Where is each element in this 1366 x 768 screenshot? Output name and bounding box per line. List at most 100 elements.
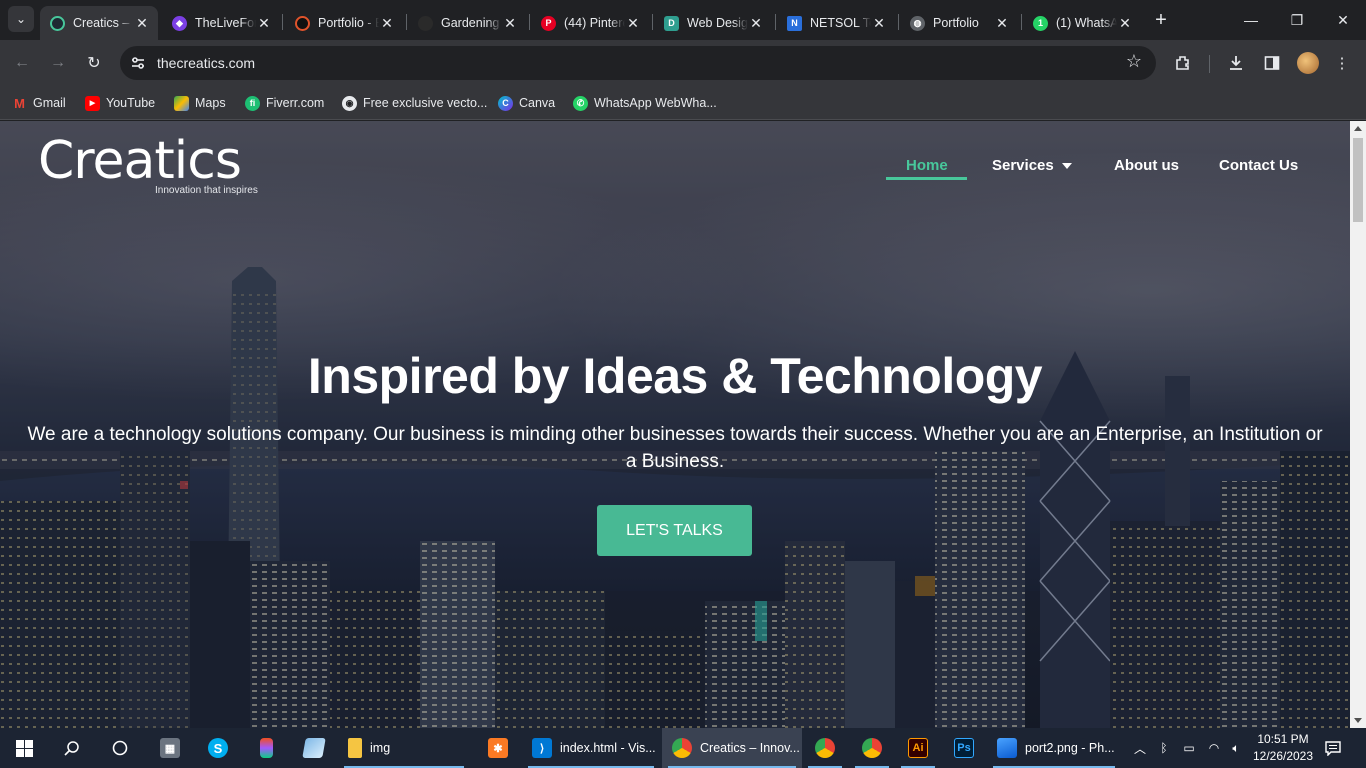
bookmark-canva[interactable]: C Canva xyxy=(498,86,555,120)
close-icon[interactable]: ✕ xyxy=(134,15,150,32)
bookmark-maps[interactable]: Maps xyxy=(174,86,226,120)
restore-button[interactable]: ❐ xyxy=(1274,0,1320,40)
tab-portfolio-behance[interactable]: Portfolio - Behance ✕ xyxy=(285,6,403,40)
tab-gardening[interactable]: Gardening ✕ xyxy=(408,6,526,40)
tab-pinterest[interactable]: P (44) Pinterest ✕ xyxy=(531,6,649,40)
taskbar-figma[interactable] xyxy=(242,728,290,768)
page-scrollbar[interactable] xyxy=(1350,121,1366,728)
new-tab-button[interactable]: + xyxy=(1150,9,1172,31)
reload-button[interactable]: ↻ xyxy=(82,51,106,75)
wifi-icon[interactable]: ◠ xyxy=(1203,728,1225,768)
windows-taskbar: ▦ S img ✱ ⟩ index.html - Vis... Creatics… xyxy=(0,728,1366,768)
volume-icon[interactable]: 🔈︎ xyxy=(1226,728,1246,768)
tab-netsol[interactable]: N NETSOL Technologies ✕ xyxy=(777,6,895,40)
close-icon[interactable]: ✕ xyxy=(994,15,1010,32)
behance-favicon-icon xyxy=(295,15,310,31)
forward-button[interactable]: → xyxy=(46,51,70,75)
illustrator-icon: Ai xyxy=(908,738,928,758)
taskbar-chrome-creatics[interactable]: Creatics – Innov... xyxy=(662,728,802,768)
browser-toolbar: ← → ↻ thecreatics.com ☆ ⋮ xyxy=(0,40,1366,86)
taskbar-vscode[interactable]: ⟩ index.html - Vis... xyxy=(522,728,660,768)
tab-divider xyxy=(406,14,407,30)
profile-avatar[interactable] xyxy=(1297,52,1319,74)
bluetooth-icon[interactable]: ᛒ xyxy=(1154,728,1174,768)
tab-title: NETSOL Technologies xyxy=(810,16,871,30)
nav-about-us[interactable]: About us xyxy=(1114,157,1179,174)
back-button[interactable]: ← xyxy=(10,51,34,75)
page-viewport: Creatics Innovation that inspires Home S… xyxy=(0,121,1350,728)
creatics-logo[interactable]: Creatics Innovation that inspires xyxy=(38,131,278,201)
taskbar-chrome-2[interactable] xyxy=(802,728,848,768)
tab-title: Creatics – Innovation that inspires xyxy=(73,16,134,30)
bookmark-label: YouTube xyxy=(106,96,156,110)
tab-search-button[interactable]: ⌄ xyxy=(8,6,34,32)
windows-logo-icon xyxy=(15,739,33,757)
close-icon[interactable]: ✕ xyxy=(748,15,764,32)
bookmark-youtube[interactable]: ▶ YouTube xyxy=(85,86,155,120)
nav-services[interactable]: Services xyxy=(992,157,1072,174)
close-icon[interactable]: ✕ xyxy=(502,15,518,32)
bookmark-label: Canva xyxy=(519,96,556,110)
url-text[interactable]: thecreatics.com xyxy=(157,55,255,71)
window-close-button[interactable]: ✕ xyxy=(1320,0,1366,40)
toolbar-divider xyxy=(1209,55,1210,73)
taskbar-skype[interactable]: S xyxy=(194,728,242,768)
extensions-icon[interactable] xyxy=(1172,52,1194,74)
scrollbar-thumb[interactable] xyxy=(1353,138,1363,222)
close-icon[interactable]: ✕ xyxy=(256,15,272,32)
tab-creatics[interactable]: Creatics – Innovation that inspires ✕ xyxy=(40,6,158,40)
caret-down-icon xyxy=(1061,163,1072,170)
bookmark-fiverr[interactable]: fi Fiverr.com xyxy=(245,86,324,120)
gmail-icon: M xyxy=(14,95,25,111)
nav-contact-us[interactable]: Contact Us xyxy=(1219,157,1298,174)
taskbar-photos[interactable]: port2.png - Ph... xyxy=(987,728,1121,768)
notifications-icon[interactable] xyxy=(1322,728,1344,768)
site-info-icon[interactable] xyxy=(130,55,146,71)
scroll-down-arrow-icon[interactable] xyxy=(1354,718,1362,723)
address-bar[interactable]: thecreatics.com ☆ xyxy=(120,46,1156,80)
taskbar-calculator[interactable]: ▦ xyxy=(146,728,194,768)
minimize-button[interactable]: — xyxy=(1228,0,1274,40)
lets-talk-button[interactable]: LET'S TALKS xyxy=(597,505,752,556)
search-button[interactable] xyxy=(48,728,96,768)
tab-portfolio[interactable]: ◍ Portfolio ✕ xyxy=(900,6,1018,40)
scroll-up-arrow-icon[interactable] xyxy=(1354,126,1362,131)
globe-icon: ◍ xyxy=(910,15,925,31)
clock[interactable]: 10:51 PM 12/26/2023 xyxy=(1245,731,1321,765)
task-view-button[interactable] xyxy=(96,728,144,768)
start-button[interactable] xyxy=(0,728,48,768)
bookmark-freepik[interactable]: ◉ Free exclusive vecto... xyxy=(342,86,487,120)
creatics-favicon-icon xyxy=(50,15,65,31)
close-icon[interactable]: ✕ xyxy=(625,15,641,32)
bookmark-whatsapp[interactable]: ✆ WhatsApp WebWha... xyxy=(573,86,717,120)
tab-title: Portfolio - Behance xyxy=(318,16,379,30)
cortana-circle-icon xyxy=(112,740,128,756)
battery-icon[interactable]: ▭ xyxy=(1178,728,1200,768)
tab-title: Web Design xyxy=(687,16,748,30)
bookmark-gmail[interactable]: M Gmail xyxy=(12,86,66,120)
web-design-favicon-icon: D xyxy=(664,15,679,31)
taskbar-notepad[interactable] xyxy=(290,728,338,768)
download-icon[interactable] xyxy=(1225,52,1247,74)
side-panel-icon[interactable] xyxy=(1261,52,1283,74)
tab-divider xyxy=(775,14,776,30)
tab-thelivefont[interactable]: ◆ TheLiveFont ✕ xyxy=(162,6,280,40)
taskbar-photoshop[interactable]: Ps xyxy=(941,728,987,768)
taskbar-file-explorer[interactable]: img xyxy=(338,728,470,768)
thelivefont-favicon-icon: ◆ xyxy=(172,15,187,31)
photos-icon xyxy=(997,738,1017,758)
close-icon[interactable]: ✕ xyxy=(1117,15,1133,32)
logo-text: Creatics xyxy=(38,131,242,191)
taskbar-chrome-3[interactable] xyxy=(849,728,895,768)
nav-home[interactable]: Home xyxy=(906,157,948,174)
close-icon[interactable]: ✕ xyxy=(379,15,395,32)
close-icon[interactable]: ✕ xyxy=(871,15,887,32)
tab-whatsapp[interactable]: 1 (1) WhatsApp ✕ xyxy=(1023,6,1141,40)
taskbar-xampp[interactable]: ✱ xyxy=(474,728,522,768)
taskbar-illustrator[interactable]: Ai xyxy=(895,728,941,768)
show-hidden-icons-button[interactable]: ︿ xyxy=(1130,728,1150,768)
more-menu-icon[interactable]: ⋮ xyxy=(1331,52,1353,74)
bookmark-label: Free exclusive vecto... xyxy=(363,96,488,110)
bookmark-star-icon[interactable]: ☆ xyxy=(1126,51,1142,72)
tab-web-design[interactable]: D Web Design ✕ xyxy=(654,6,772,40)
